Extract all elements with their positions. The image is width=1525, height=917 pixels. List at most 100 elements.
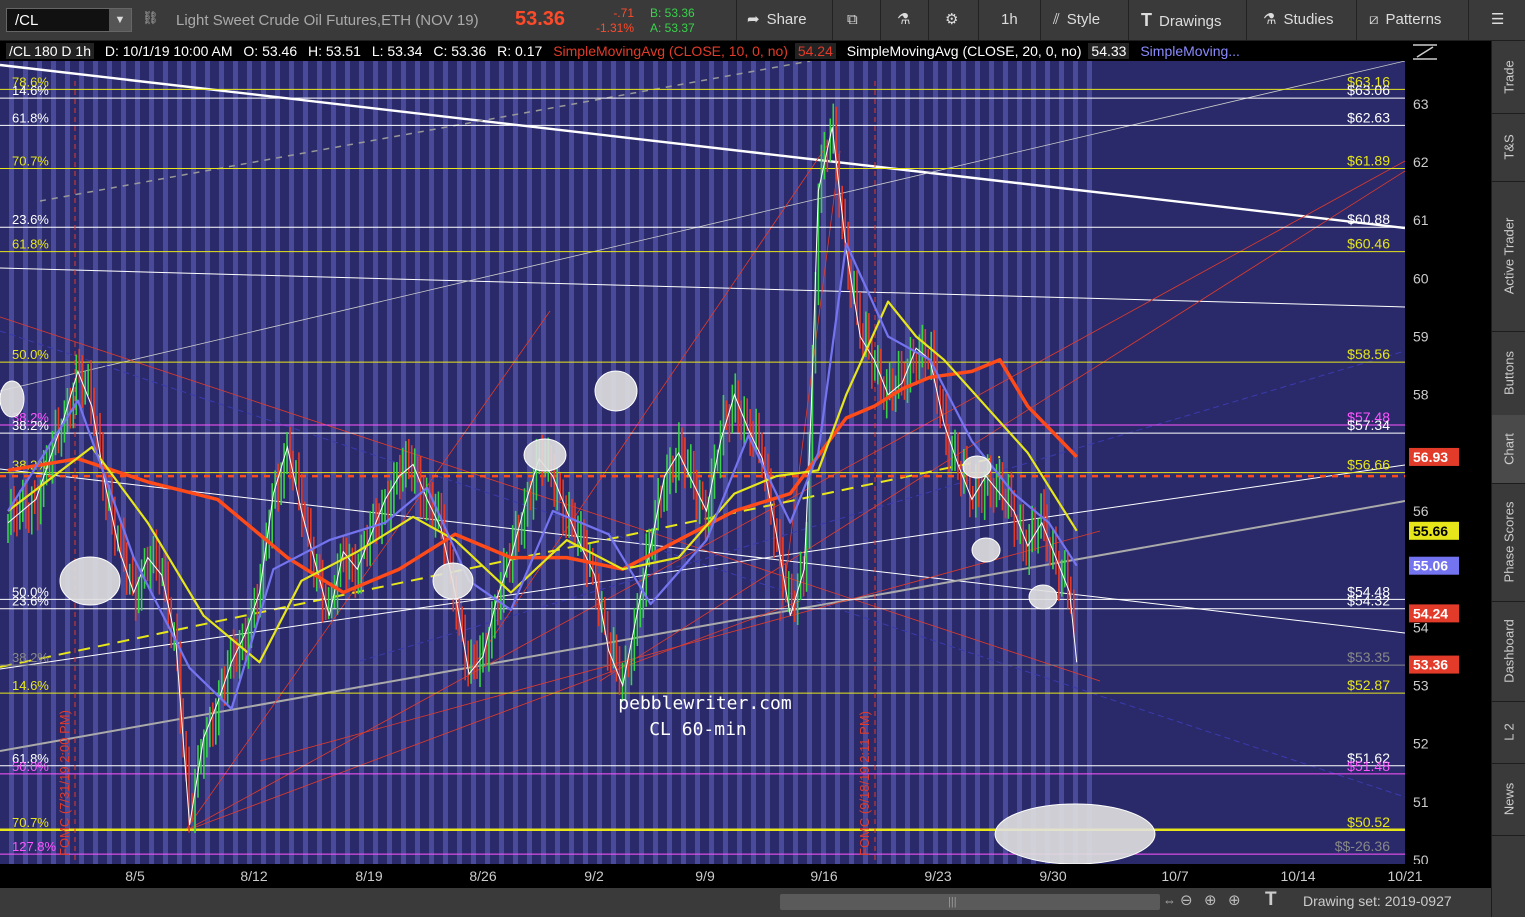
last-price: 53.36 [515,8,566,30]
fib-label-right: $57.34 [1347,417,1390,433]
fib-label-right: $$-26.36 [1335,838,1390,854]
drawings-button[interactable]: T Drawings [1128,0,1246,40]
price-chart[interactable]: 78.6%14.6%61.8%70.7%23.6%61.8%50.0%38.2%… [0,61,1405,864]
price-badge: 53.36 [1409,655,1459,674]
studies-button[interactable]: ⚗ Studies [1246,0,1356,40]
sidebar-tab-chart[interactable]: Chart [1492,415,1525,484]
change-percent: -1.31% [595,21,634,35]
zoom-in-icon[interactable]: ⊕ [1204,891,1217,909]
bar-close: C: 53.36 [433,43,487,59]
zoom-fit-icon[interactable]: ⊕ [1228,891,1241,909]
text-t-icon[interactable]: T [1265,889,1277,911]
fib-label-left: 23.6% [12,212,49,227]
time-axis[interactable]: 8/5 8/12 8/19 8/26 9/2 9/9 9/16 9/23 9/30 10/7 10/… [0,864,1491,888]
change-value: -.71 [613,6,634,20]
share-button[interactable]: ➦ Share [736,0,832,40]
settings-button[interactable]: ⚙ [928,0,978,40]
sidebar-tab-news[interactable]: News [1492,763,1525,836]
highlight-oval [0,380,25,418]
fib-label-left: 38.2% [12,650,49,665]
fib-label-left: 70.7% [12,815,49,830]
price-tick: 61 [1413,212,1429,228]
time-tick: 10/7 [1161,868,1188,884]
timeframe-button[interactable]: 1h [978,0,1040,40]
highlight-oval [523,438,567,472]
symbol-selector[interactable]: /CL ▼ [6,8,132,32]
fib-label-right: $61.89 [1347,152,1390,168]
time-scrollbar[interactable]: ||| [780,894,1160,910]
highlight-oval [594,370,638,412]
chevron-down-icon[interactable]: ▼ [109,9,131,31]
fib-label-right: $62.63 [1347,109,1390,125]
sidebar-tab-label: Phase Scores [1501,501,1517,583]
symbol-text[interactable]: /CL [15,12,38,29]
price-tick: 60 [1413,270,1429,286]
drawing-set-label[interactable]: Drawing set: 2019-0927 [1303,893,1452,909]
price-tick: 52 [1413,736,1429,752]
fib-label-left: 14.6% [12,678,49,693]
sidebar-tab-label: Active Trader [1501,217,1517,295]
patterns-icon: ⧄ [1369,11,1379,28]
time-tick: 8/26 [469,868,496,884]
price-badge-label: 53.36 [1413,657,1448,673]
price-tick: 62 [1413,154,1429,170]
highlight-oval [59,556,121,606]
price-badge: 56.93 [1409,447,1459,466]
patterns-button[interactable]: ⧄ Patterns [1356,0,1468,40]
fib-label-right: $58.56 [1347,346,1390,362]
hamburger-icon: ☰ [1491,11,1505,28]
chart-info-bar: /CL 180 D 1h D: 10/1/19 10:00 AM O: 53.4… [0,41,1405,61]
right-sidebar: Trade T&S Active Trader Buttons Chart Phase S… [1491,41,1525,917]
event-label: FOMC (9/18/19 2:11 PM) [857,711,872,856]
chart-settings-button[interactable]: ⧉ [832,0,880,40]
fib-label-right: $60.88 [1347,211,1390,227]
bar-date: D: 10/1/19 10:00 AM [104,43,233,59]
sidebar-tab-t-s[interactable]: T&S [1492,113,1525,182]
bar-range: R: 0.17 [497,43,543,59]
sidebar-tab-phase-scores[interactable]: Phase Scores [1492,483,1525,602]
watermark-line-2: CL 60-min [649,719,747,740]
time-tick: 8/12 [240,868,267,884]
fib-label-left: 127.8% [12,839,57,854]
fib-label-right: $54.32 [1347,593,1390,609]
sidebar-tab-label: News [1501,782,1517,816]
time-tick: 9/30 [1039,868,1066,884]
fib-label-right: $51.48 [1347,758,1390,774]
time-tick: 10/21 [1387,868,1422,884]
instrument-description: Light Sweet Crude Oil Futures,ETH (NOV 1… [176,12,479,29]
study-sma10-label: SimpleMovingAvg (CLOSE, 10, 0, no) [553,43,788,59]
picture-icon: ⧉ [847,11,858,28]
fib-label-right: $50.52 [1347,814,1390,830]
study-sma20-label: SimpleMovingAvg (CLOSE, 20, 0, no) [846,43,1082,59]
link-icon[interactable]: ⛓ [142,10,159,30]
zoom-tool[interactable] [1408,41,1442,63]
fib-label-left: 23.6% [12,594,49,609]
time-tick: 9/9 [695,868,715,884]
price-badge: 54.24 [1409,604,1459,623]
text-t-icon: T [1141,10,1152,30]
flask-button[interactable]: ⚗ [880,0,928,40]
time-tick: 10/14 [1280,868,1315,884]
fib-label-left: 14.6% [12,83,49,98]
bar-open: O: 53.46 [243,43,298,59]
ask-value: A: 53.37 [650,21,695,35]
fib-label-right: $56.66 [1347,457,1390,473]
drag-icon[interactable]: ⇔ [1163,893,1176,908]
time-tick: 8/19 [355,868,382,884]
grip-icon: ||| [948,896,957,908]
price-tick: 59 [1413,329,1429,345]
price-axis[interactable]: 6362616059585756555453525150 56.9355.665… [1405,41,1491,864]
style-button[interactable]: ⫽ Style [1040,0,1128,40]
price-tick: 50 [1413,852,1429,864]
fib-label-right: $60.46 [1347,236,1390,252]
fib-label-right: $53.35 [1347,649,1390,665]
fib-label-left: 50.0% [12,347,49,362]
flask-icon: ⚗ [897,11,911,28]
sidebar-tab-active-trader[interactable]: Active Trader [1492,181,1525,332]
time-tick: 9/16 [810,868,837,884]
zoom-out-icon[interactable]: ⊖ [1180,891,1193,909]
price-tick: 63 [1413,96,1429,112]
net-change: -.71 -1.31% [590,6,634,36]
fib-label-left: 70.7% [12,153,49,168]
gear-icon: ⚙ [945,11,959,28]
